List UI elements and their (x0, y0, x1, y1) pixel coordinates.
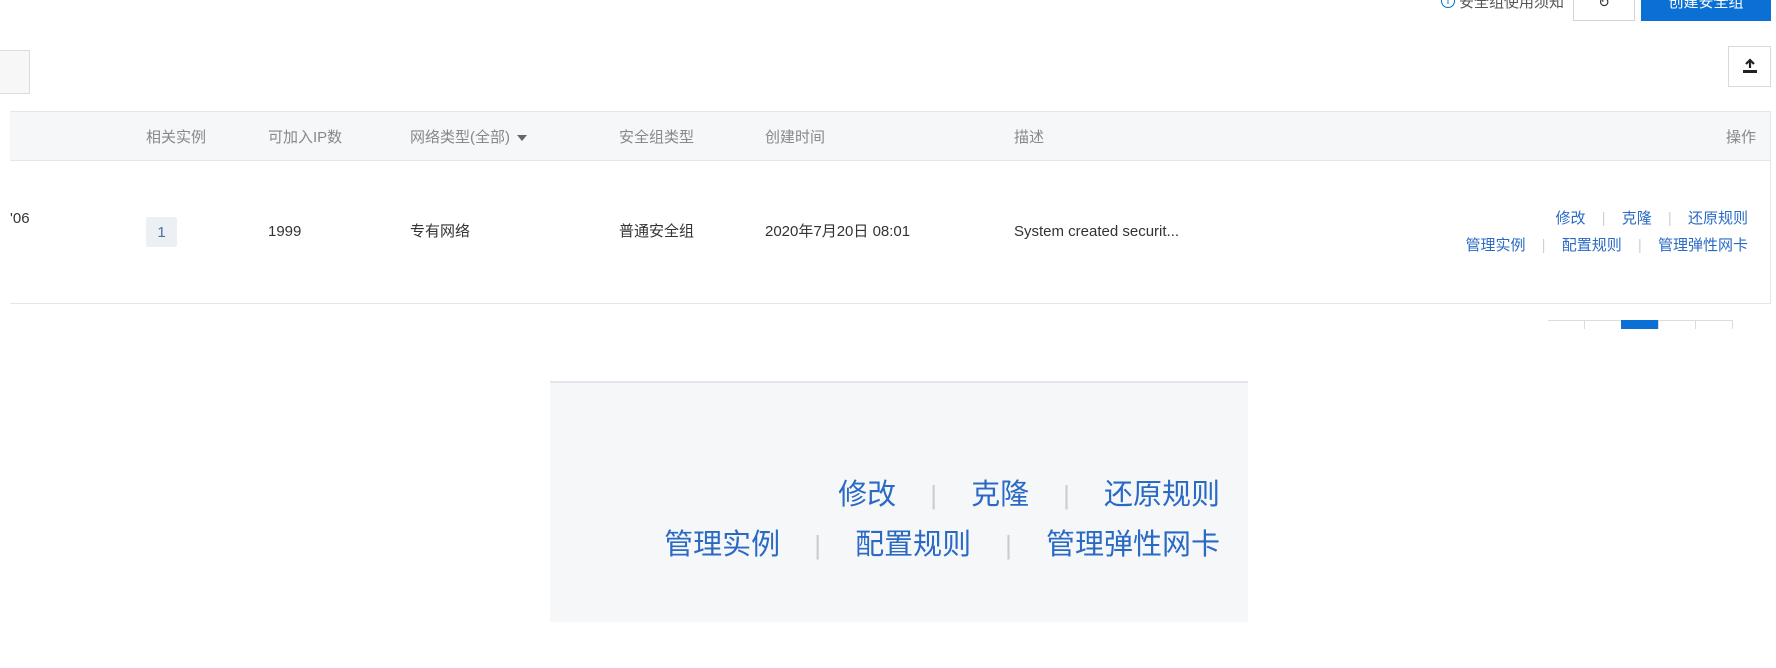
security-group-guide-link[interactable]: i 安全组使用须知 (1441, 0, 1564, 11)
restore-rules-link[interactable]: 还原规则 (1688, 210, 1748, 227)
configure-rules-link[interactable]: 配置规则 (1562, 237, 1622, 254)
pagination-prev-button[interactable] (1548, 320, 1585, 329)
security-group-guide-label: 安全组使用须知 (1459, 0, 1565, 11)
header-ip-count: 可加入IP数 (268, 129, 343, 146)
create-security-group-button[interactable]: 创建安全组 (1641, 0, 1771, 21)
separator: | (814, 530, 822, 560)
cell-ip-count: 1999 (268, 223, 302, 240)
refresh-icon: ↻ (1598, 0, 1610, 10)
info-circle-icon: i (1441, 0, 1455, 8)
pagination-current-page[interactable] (1621, 320, 1659, 329)
separator: | (1601, 210, 1606, 227)
header-network-type-filter[interactable]: 网络类型(全部) (410, 128, 527, 148)
modify-link[interactable]: 修改 (1555, 210, 1585, 227)
zoom-modify-link[interactable]: 修改 (838, 479, 896, 511)
separator: | (1637, 237, 1642, 254)
refresh-button[interactable]: ↻ (1573, 0, 1635, 21)
export-button[interactable] (1728, 46, 1771, 87)
header-related-instances: 相关实例 (146, 129, 207, 146)
header-description: 描述 (1014, 129, 1045, 146)
cell-sg-type: 普通安全组 (619, 223, 695, 240)
row-actions-line2: 管理实例 | 配置规则 | 管理弹性网卡 (1465, 236, 1748, 256)
header-network-type-label: 网络类型(全部) (410, 129, 510, 146)
zoom-manage-instances-link[interactable]: 管理实例 (664, 529, 780, 561)
clone-link[interactable]: 克隆 (1622, 210, 1652, 227)
search-input[interactable] (0, 50, 30, 94)
pagination (1548, 320, 1733, 329)
zoom-configure-rules-link[interactable]: 配置规则 (855, 529, 971, 561)
cell-network-type: 专有网络 (410, 223, 471, 240)
header-sg-type: 安全组类型 (619, 129, 695, 146)
separator: | (1541, 237, 1546, 254)
separator: | (930, 480, 938, 510)
pagination-page-button[interactable] (1584, 320, 1622, 329)
manage-eni-link[interactable]: 管理弹性网卡 (1658, 237, 1748, 254)
zoom-clone-link[interactable]: 克隆 (971, 479, 1029, 511)
security-group-id[interactable]: '06 (10, 209, 30, 229)
caret-down-icon (517, 135, 527, 142)
zoom-actions-line2: 管理实例 | 配置规则 | 管理弹性网卡 (664, 526, 1220, 564)
pagination-next-button[interactable] (1695, 320, 1733, 329)
separator: | (1667, 210, 1672, 227)
zoom-manage-eni-link[interactable]: 管理弹性网卡 (1046, 529, 1220, 561)
zoom-restore-rules-link[interactable]: 还原规则 (1104, 479, 1220, 511)
cell-description: System created securit... (1014, 223, 1180, 240)
export-icon (1742, 57, 1757, 73)
pagination-page-button[interactable] (1658, 320, 1696, 329)
manage-instances-link[interactable]: 管理实例 (1465, 237, 1525, 254)
row-actions-line1: 修改 | 克隆 | 还原规则 (1555, 209, 1748, 229)
cell-created-time: 2020年7月20日 08:01 (765, 223, 911, 240)
zoom-inset: 修改 | 克隆 | 还原规则 管理实例 | 配置规则 | 管理弹性网卡 (550, 381, 1248, 622)
separator: | (1005, 530, 1012, 560)
create-security-group-label: 创建安全组 (1668, 0, 1744, 11)
separator: | (1063, 480, 1070, 510)
header-actions: 操作 (1726, 129, 1757, 146)
instance-count-badge[interactable]: 1 (146, 217, 177, 247)
header-created-time: 创建时间 (765, 129, 826, 146)
zoom-actions-line1: 修改 | 克隆 | 还原规则 (838, 476, 1220, 514)
